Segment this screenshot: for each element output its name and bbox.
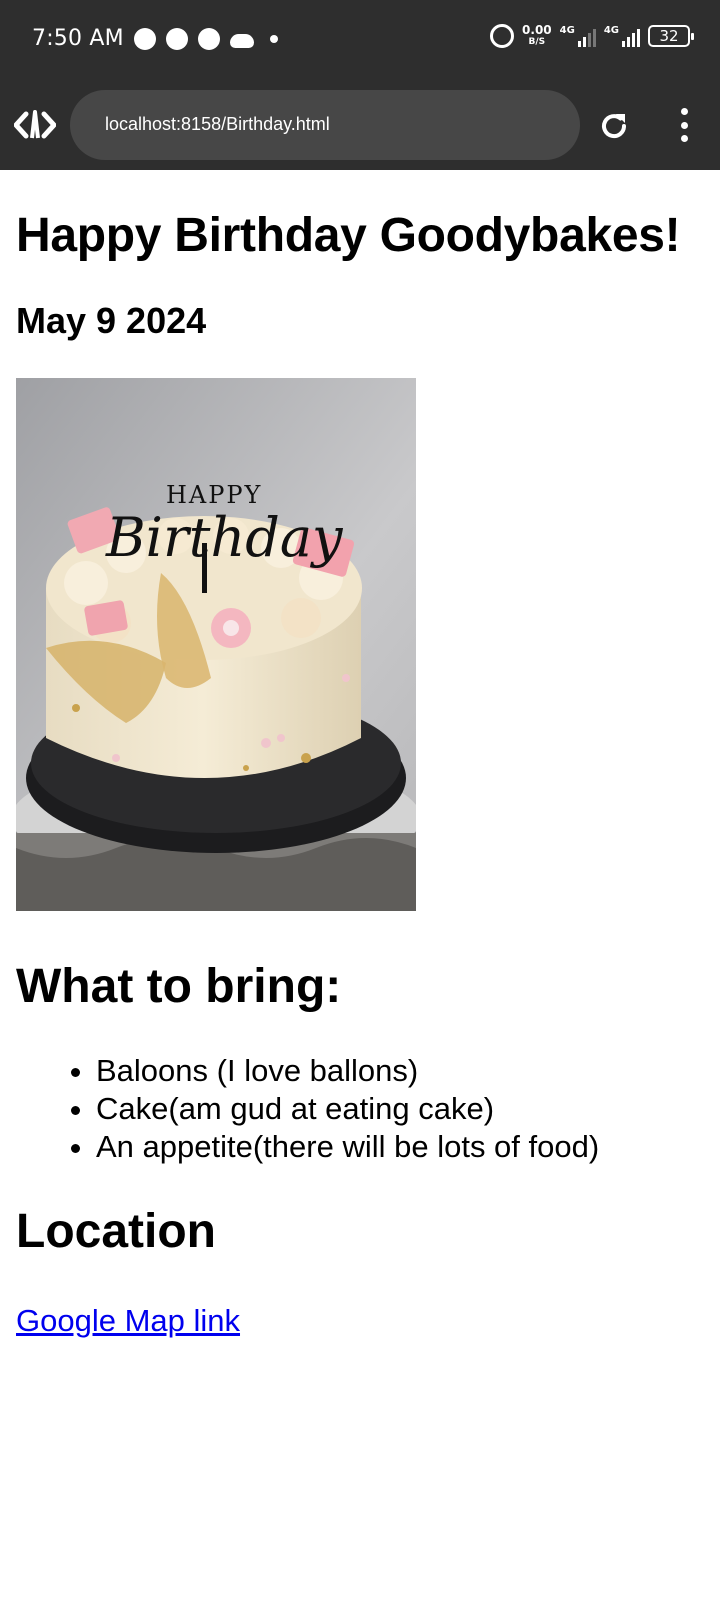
event-date: May 9 2024 — [16, 299, 207, 341]
topper-text-birthday: Birthday — [105, 506, 344, 569]
bring-heading: What to bring: — [16, 960, 342, 1014]
signal-2-label: 4G — [603, 25, 619, 36]
signal-1-icon: 4G — [560, 25, 596, 47]
battery-icon: 32 — [648, 25, 694, 47]
list-item: Cake(am gud at eating cake) — [96, 1090, 706, 1128]
topper-text-happy: HAPPY — [166, 481, 262, 509]
notification-icons — [134, 28, 278, 50]
cloud-icon — [230, 34, 254, 48]
net-speed-value: 0.00 — [522, 23, 552, 37]
status-bar: 7:50 AM 0.00 B/S 4G 4G 32 — [0, 0, 720, 80]
dot-icon — [270, 35, 278, 43]
location-heading: Location — [16, 1205, 216, 1259]
page-title: Happy Birthday Goodybakes! — [16, 209, 681, 262]
sync-icon — [134, 28, 156, 50]
location-icon — [166, 28, 188, 50]
system-indicators: 0.00 B/S 4G 4G 32 — [490, 24, 694, 48]
list-item: Baloons (I love ballons) — [96, 1052, 706, 1090]
signal-2-icon: 4G — [604, 25, 640, 47]
battery-level: 32 — [659, 27, 679, 45]
bring-list: Baloons (I love ballons) Cake(am gud at … — [16, 1052, 706, 1166]
address-bar[interactable]: localhost:8158/Birthday.html — [70, 90, 580, 160]
cake-image: HAPPY Birthday — [16, 378, 416, 912]
brand-icon[interactable] — [14, 110, 56, 140]
more-menu-icon[interactable] — [676, 108, 692, 142]
browser-toolbar: localhost:8158/Birthday.html — [0, 80, 720, 170]
list-item: An appetite(there will be lots of food) — [96, 1128, 706, 1166]
url-text: localhost:8158/Birthday.html — [105, 114, 330, 134]
alarm-icon — [490, 24, 515, 48]
google-map-link[interactable]: Google Map link — [16, 1303, 240, 1339]
signal-1-label: 4G — [559, 25, 575, 36]
net-speed: 0.00 B/S — [522, 24, 552, 48]
telegram-icon — [198, 28, 220, 50]
status-time: 7:50 AM — [32, 26, 124, 51]
reload-icon[interactable] — [598, 110, 630, 142]
page-content: Happy Birthday Goodybakes! May 9 2024 HA… — [16, 170, 706, 1339]
net-speed-unit: B/S — [528, 37, 546, 47]
